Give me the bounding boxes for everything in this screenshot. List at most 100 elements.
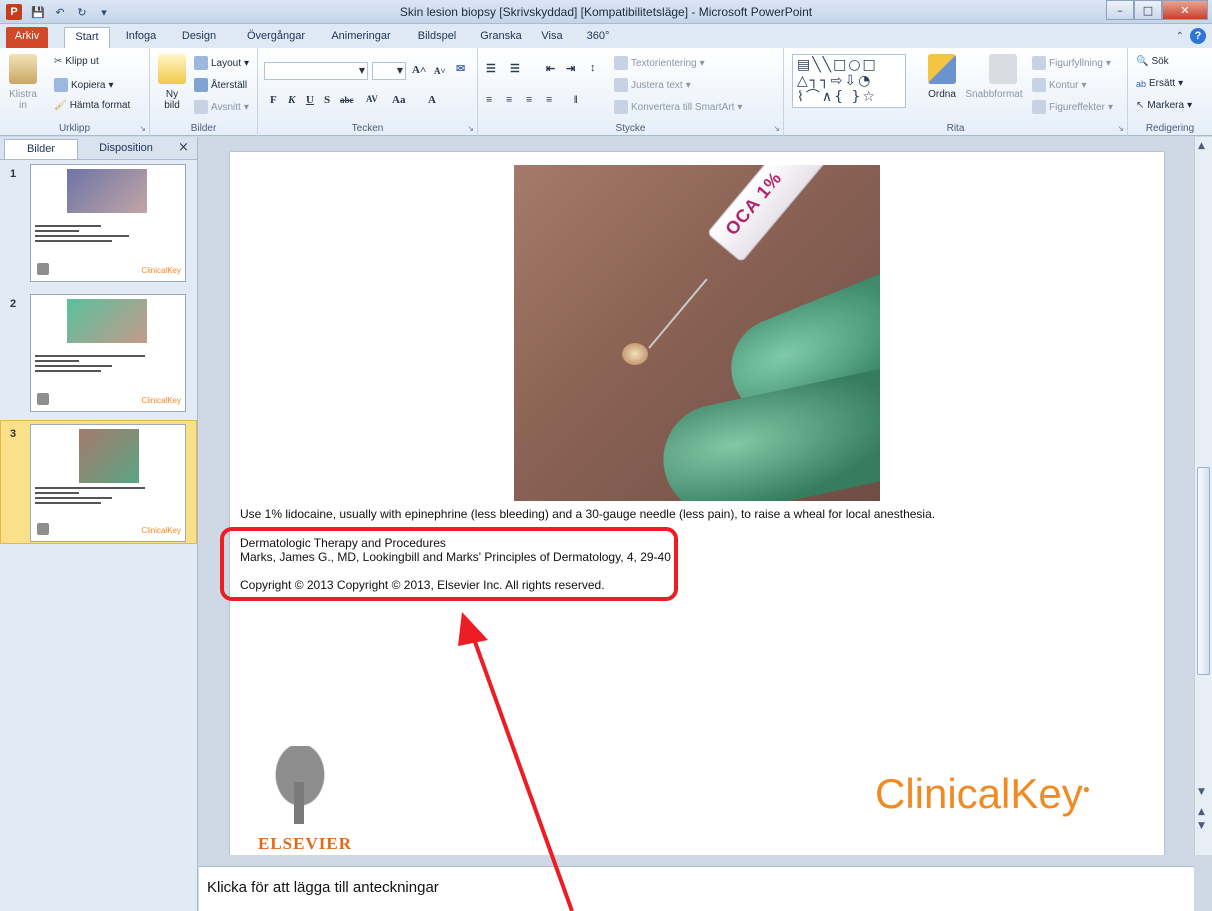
align-center-icon[interactable]: ≡	[506, 94, 512, 106]
dialog-launcher-icon[interactable]: ↘	[467, 124, 474, 133]
slide-thumbnail-2[interactable]: ClinicalKey	[30, 294, 186, 412]
group-label-paragraph: Stycke	[615, 123, 646, 134]
scissors-icon: ✂	[54, 56, 63, 67]
slide-thumbnail-3[interactable]: ClinicalKey	[30, 424, 186, 542]
clipboard-group: Klistra in ✂ Klipp ut Kopiera ▾ 🖌 Hämta f…	[0, 48, 150, 136]
font-size-combo[interactable]: ▼	[372, 62, 406, 80]
tab-insert[interactable]: Infoga	[116, 27, 166, 48]
scrollbar-thumb[interactable]	[1197, 467, 1210, 675]
change-case-icon[interactable]: Aa	[392, 94, 405, 106]
bullets-icon[interactable]: ☰	[486, 62, 496, 75]
cursor-icon: ↖	[1136, 100, 1145, 111]
tab-360[interactable]: 360°	[578, 27, 618, 48]
quick-styles-icon	[989, 54, 1017, 84]
underline-icon[interactable]: U	[306, 94, 314, 106]
tab-file[interactable]: Arkiv	[6, 27, 48, 48]
tab-slideshow[interactable]: Bildspel	[406, 27, 468, 48]
paste-button[interactable]: Klistra in	[6, 54, 40, 111]
tab-animations[interactable]: Animeringar	[320, 27, 402, 48]
arrange-icon	[928, 54, 956, 84]
dialog-launcher-icon[interactable]: ↘	[773, 124, 780, 133]
thumbnail-image	[67, 299, 147, 343]
notes-splitter[interactable]	[199, 855, 1212, 866]
align-left-icon[interactable]: ≡	[486, 94, 492, 106]
next-slide-icon[interactable]: ▼	[1198, 821, 1205, 831]
reset-button[interactable]: Återställ	[194, 78, 247, 92]
tab-outline[interactable]: Disposition	[84, 139, 168, 159]
shape-outline-button[interactable]: Kontur ▾	[1032, 78, 1087, 92]
minimize-ribbon-icon[interactable]: ⌃	[1176, 31, 1184, 42]
font-color-icon[interactable]: A	[428, 94, 436, 106]
chevron-down-icon: ▼	[358, 66, 365, 75]
font-group: ▼ ▼ A˄ A˅ ✉ F K U S abc AV Aa A Tecken ↘	[258, 48, 478, 136]
smartart-button[interactable]: Konvertera till SmartArt ▾	[614, 100, 742, 114]
tab-review[interactable]: Granska	[472, 27, 530, 48]
notes-pane[interactable]: Klicka för att lägga till anteckningar	[199, 866, 1194, 911]
find-button[interactable]: 🔍 Sök	[1136, 56, 1169, 67]
increase-indent-icon[interactable]: ⇥	[566, 62, 575, 75]
slide-number: 3	[10, 428, 17, 440]
vertical-scrollbar[interactable]: ▲ ▼ ▲ ▼	[1194, 137, 1212, 855]
previous-slide-icon[interactable]: ▲	[1198, 807, 1205, 817]
copy-button[interactable]: Kopiera ▾	[54, 78, 114, 92]
select-button[interactable]: ↖ Markera ▾	[1136, 100, 1192, 111]
layout-button[interactable]: Layout ▾	[194, 56, 249, 70]
scroll-up-icon[interactable]: ▲	[1198, 141, 1205, 151]
tab-home[interactable]: Start	[64, 27, 110, 48]
text-direction-button[interactable]: Textorientering ▾	[614, 56, 705, 70]
decrease-indent-icon[interactable]: ⇤	[546, 62, 555, 75]
maximize-button[interactable]: □	[1134, 0, 1162, 20]
shadow-icon[interactable]: S	[324, 94, 330, 106]
tab-design[interactable]: Design	[174, 27, 224, 48]
replace-icon: ab	[1136, 78, 1147, 89]
italic-icon[interactable]: K	[288, 94, 295, 106]
bold-icon[interactable]: F	[270, 94, 277, 106]
quick-styles-button[interactable]: Snabbformat	[962, 54, 1026, 100]
scroll-down-icon[interactable]: ▼	[1198, 787, 1205, 797]
cut-button[interactable]: ✂ Klipp ut	[54, 56, 99, 67]
slide[interactable]: OCA 1% Use 1% lidocaine, usually with ep…	[230, 152, 1164, 864]
arrange-button[interactable]: Ordna	[926, 54, 958, 100]
syringe-shape: OCA 1%	[706, 165, 839, 263]
clear-format-icon[interactable]: ✉	[456, 62, 465, 75]
tab-view[interactable]: Visa	[532, 27, 572, 48]
align-right-icon[interactable]: ≡	[526, 94, 532, 106]
shape-effects-button[interactable]: Figureffekter ▾	[1032, 100, 1113, 114]
char-spacing-icon[interactable]: AV	[366, 94, 378, 104]
window-controls: – □ ✕	[1106, 0, 1208, 20]
justify-icon[interactable]: ≡	[546, 94, 552, 106]
slide-caption: Use 1% lidocaine, usually with epinephri…	[240, 507, 936, 521]
section-icon	[194, 100, 208, 114]
slide-canvas-area: OCA 1% Use 1% lidocaine, usually with ep…	[199, 137, 1194, 864]
tab-slides[interactable]: Bilder	[4, 139, 78, 159]
close-button[interactable]: ✕	[1162, 0, 1208, 20]
slide-photo[interactable]: OCA 1%	[514, 165, 880, 501]
format-painter-button[interactable]: 🖌 Hämta format	[54, 100, 130, 111]
close-icon[interactable]: ×	[178, 140, 189, 155]
columns-icon[interactable]: ‖	[574, 94, 578, 106]
slide-number: 1	[10, 168, 17, 180]
grow-font-icon[interactable]: A˄	[412, 64, 426, 76]
replace-button[interactable]: ab Ersätt ▾	[1136, 78, 1183, 89]
minimize-button[interactable]: –	[1106, 0, 1134, 20]
slide-thumbnail-list: 1 ClinicalKey 2 ClinicalKey 3 ClinicalKe…	[0, 159, 197, 911]
shapes-gallery[interactable]: ▤╲╲□○□ △┐┐⇨⇩◔ ⌇⌒∧{ }☆	[792, 54, 906, 108]
thumbnail-brand: ClinicalKey	[141, 266, 181, 275]
align-text-button[interactable]: Justera text ▾	[614, 78, 691, 92]
dialog-launcher-icon[interactable]: ↘	[1117, 124, 1124, 133]
elsevier-logo-icon	[37, 523, 49, 535]
line-spacing-icon[interactable]: ↕	[590, 62, 596, 74]
shrink-font-icon[interactable]: A˅	[434, 66, 446, 76]
tab-transitions[interactable]: Övergångar	[236, 27, 316, 48]
shape-fill-button[interactable]: Figurfyllning ▾	[1032, 56, 1111, 70]
help-icon[interactable]: ?	[1190, 28, 1206, 44]
numbering-icon[interactable]: ☰	[510, 62, 520, 75]
dialog-launcher-icon[interactable]: ↘	[139, 124, 146, 133]
slide-thumbnail-1[interactable]: ClinicalKey	[30, 164, 186, 282]
ribbon: Klistra in ✂ Klipp ut Kopiera ▾ 🖌 Hämta f…	[0, 48, 1212, 136]
strikethrough-icon[interactable]: abc	[340, 95, 354, 105]
shapes-gallery-icon: ▤╲╲□○□ △┐┐⇨⇩◔ ⌇⌒∧{ }☆	[797, 57, 878, 105]
font-name-combo[interactable]: ▼	[264, 62, 368, 80]
section-button[interactable]: Avsnitt ▾	[194, 100, 249, 114]
new-slide-button[interactable]: Ny bild	[154, 54, 190, 111]
